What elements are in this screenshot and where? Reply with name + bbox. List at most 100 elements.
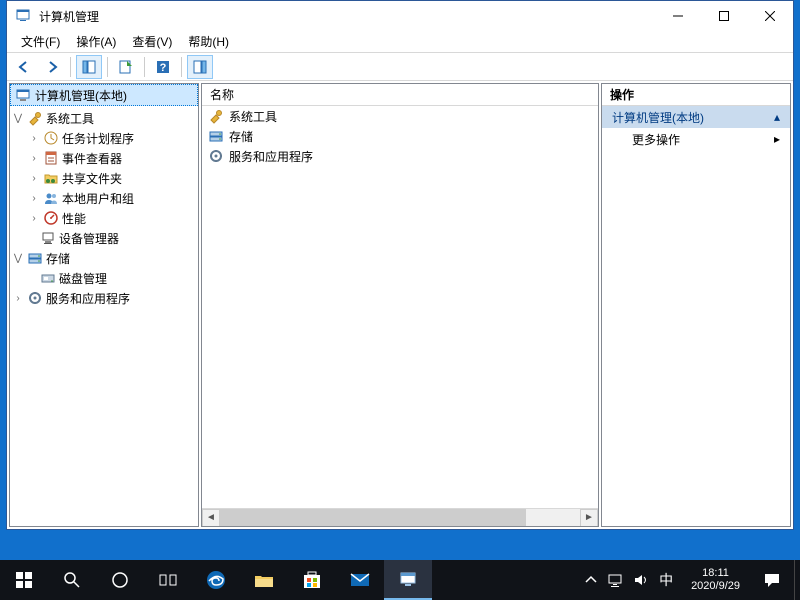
app-icon	[15, 7, 33, 25]
titlebar[interactable]: 计算机管理	[7, 1, 793, 31]
minimize-button[interactable]	[655, 1, 701, 31]
collapse-up-icon[interactable]: ▴	[774, 110, 780, 124]
disk-icon	[40, 270, 56, 286]
expand-icon[interactable]: ⋁	[12, 113, 24, 124]
tree-item-local-users[interactable]: › 本地用户和组	[10, 188, 198, 208]
show-hide-action-button[interactable]	[187, 55, 213, 79]
taskbar-app-mail[interactable]	[336, 560, 384, 600]
nav-back-button[interactable]	[11, 55, 37, 79]
expand-icon[interactable]: ›	[28, 193, 40, 204]
tree-item-event-viewer[interactable]: › 事件查看器	[10, 148, 198, 168]
ime-indicator[interactable]: 中	[659, 570, 673, 590]
search-button[interactable]	[48, 560, 96, 600]
scroll-track[interactable]	[220, 509, 580, 527]
menu-view[interactable]: 查看(V)	[126, 31, 178, 52]
horizontal-scrollbar[interactable]: ◄ ►	[202, 508, 598, 526]
services-icon	[208, 148, 224, 164]
computer-icon	[15, 87, 31, 103]
taskbar-app-compmgmt[interactable]	[384, 560, 432, 600]
storage-icon	[208, 128, 224, 144]
storage-icon	[27, 250, 43, 266]
tree-label: 磁盘管理	[59, 270, 107, 287]
tree-label: 任务计划程序	[62, 130, 134, 147]
show-hide-tree-button[interactable]	[76, 55, 102, 79]
toolbar-separator	[181, 57, 182, 77]
services-icon	[27, 290, 43, 306]
list-pane: 名称 系统工具 存储 服务和应用程序 ◄ ►	[201, 83, 599, 527]
tree-item-device-manager[interactable]: 设备管理器	[10, 228, 198, 248]
actions-header: 操作	[602, 84, 790, 106]
actions-context-title[interactable]: 计算机管理(本地) ▴	[602, 106, 790, 128]
list-item[interactable]: 存储	[202, 126, 598, 146]
action-center-button[interactable]	[750, 560, 794, 600]
tree-item-storage[interactable]: ⋁ 存储	[10, 248, 198, 268]
list-item[interactable]: 服务和应用程序	[202, 146, 598, 166]
users-icon	[43, 190, 59, 206]
list-item[interactable]: 系统工具	[202, 106, 598, 126]
tree-label: 性能	[62, 210, 86, 227]
tree-item-services-apps[interactable]: › 服务和应用程序	[10, 288, 198, 308]
tree-item-task-scheduler[interactable]: › 任务计划程序	[10, 128, 198, 148]
tree[interactable]: ⋁ 系统工具 › 任务计划程序 › 事件查看器 › 共享文件夹	[10, 106, 198, 526]
nav-forward-button[interactable]	[39, 55, 65, 79]
system-tray[interactable]: 中	[577, 570, 681, 590]
scroll-right-button[interactable]: ►	[580, 509, 598, 527]
window-title: 计算机管理	[39, 8, 655, 25]
expand-icon[interactable]: ⋁	[12, 253, 24, 264]
toolbar-separator	[70, 57, 71, 77]
expand-icon[interactable]: ›	[28, 133, 40, 144]
tools-icon	[208, 108, 224, 124]
taskbar-app-edge[interactable]	[192, 560, 240, 600]
list-item-label: 存储	[229, 128, 253, 145]
list-header[interactable]: 名称	[202, 84, 598, 106]
device-icon	[40, 230, 56, 246]
volume-icon[interactable]	[633, 572, 649, 588]
tree-label: 设备管理器	[59, 230, 119, 247]
network-icon[interactable]	[607, 572, 623, 588]
cortana-button[interactable]	[96, 560, 144, 600]
scroll-thumb[interactable]	[220, 509, 526, 527]
start-button[interactable]	[0, 560, 48, 600]
menu-help[interactable]: 帮助(H)	[182, 31, 235, 52]
help-button[interactable]: ?	[150, 55, 176, 79]
close-button[interactable]	[747, 1, 793, 31]
task-view-button[interactable]	[144, 560, 192, 600]
maximize-button[interactable]	[701, 1, 747, 31]
tree-label: 事件查看器	[62, 150, 122, 167]
show-desktop-button[interactable]	[794, 560, 800, 600]
expand-icon[interactable]: ›	[28, 213, 40, 224]
toolbar-separator	[144, 57, 145, 77]
menu-action[interactable]: 操作(A)	[70, 31, 122, 52]
scroll-left-button[interactable]: ◄	[202, 509, 220, 527]
column-header-name[interactable]: 名称	[210, 86, 234, 103]
list-item-label: 系统工具	[229, 108, 277, 125]
list-body[interactable]: 系统工具 存储 服务和应用程序	[202, 106, 598, 508]
tree-item-performance[interactable]: › 性能	[10, 208, 198, 228]
tree-item-disk-management[interactable]: 磁盘管理	[10, 268, 198, 288]
tree-item-system-tools[interactable]: ⋁ 系统工具	[10, 108, 198, 128]
taskbar-app-store[interactable]	[288, 560, 336, 600]
expand-icon[interactable]: ›	[28, 173, 40, 184]
tree-root[interactable]: 计算机管理(本地)	[10, 84, 198, 106]
tree-label: 系统工具	[46, 110, 94, 127]
tree-item-shared-folders[interactable]: › 共享文件夹	[10, 168, 198, 188]
tree-label: 共享文件夹	[62, 170, 122, 187]
expand-icon[interactable]: ›	[12, 293, 24, 304]
tree-root-label: 计算机管理(本地)	[35, 87, 127, 104]
clock-icon	[43, 130, 59, 146]
tree-label: 存储	[46, 250, 70, 267]
shared-folder-icon	[43, 170, 59, 186]
actions-more[interactable]: 更多操作 ▸	[602, 128, 790, 150]
taskbar-clock[interactable]: 18:11 2020/9/29	[681, 567, 750, 593]
properties-button[interactable]	[113, 55, 139, 79]
expand-icon[interactable]: ›	[28, 153, 40, 164]
menu-file[interactable]: 文件(F)	[15, 31, 66, 52]
chevron-right-icon: ▸	[774, 132, 780, 146]
clock-date: 2020/9/29	[691, 580, 740, 593]
tray-overflow-icon[interactable]	[585, 574, 597, 586]
taskbar[interactable]: 中 18:11 2020/9/29	[0, 560, 800, 600]
menubar: 文件(F) 操作(A) 查看(V) 帮助(H)	[7, 31, 793, 53]
svg-text:?: ?	[160, 62, 167, 74]
taskbar-app-explorer[interactable]	[240, 560, 288, 600]
actions-pane: 操作 计算机管理(本地) ▴ 更多操作 ▸	[601, 83, 791, 527]
